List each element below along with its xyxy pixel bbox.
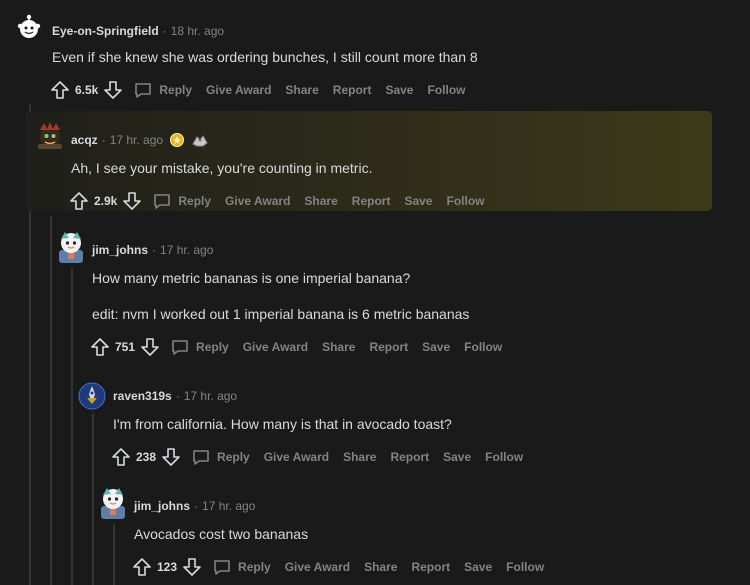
downvote-icon[interactable] <box>122 191 142 211</box>
vote-score: 751 <box>115 340 136 354</box>
comment-actions: 238 Reply Give Award Share Report Save F… <box>111 445 523 469</box>
vote-score: 6.5k <box>75 83 99 97</box>
reply-button[interactable]: Reply <box>152 191 211 211</box>
comment-body: Avocados cost two bananas <box>134 526 309 542</box>
comment-body: Ah, I see your mistake, you're counting … <box>71 160 373 176</box>
gold-award-icon[interactable] <box>169 132 185 148</box>
reply-icon <box>212 557 232 577</box>
snoo-avatar-icon <box>101 488 125 519</box>
comment-body: I'm from california. How many is that in… <box>113 416 452 432</box>
timestamp[interactable]: 17 hr. ago <box>184 389 237 403</box>
follow-button[interactable]: Follow <box>506 560 544 574</box>
separator-dot: · <box>175 389 180 403</box>
comment-body: How many metric bananas is one imperial … <box>92 270 411 286</box>
timestamp[interactable]: 17 hr. ago <box>202 499 255 513</box>
comment-actions: 2.9k Reply Give Award Share Report Save … <box>69 189 484 213</box>
share-button[interactable]: Share <box>285 83 318 97</box>
share-button[interactable]: Share <box>343 450 376 464</box>
reply-button[interactable]: Reply <box>212 557 271 577</box>
avatar[interactable] <box>97 486 127 519</box>
author-name[interactable]: raven319s <box>113 389 172 403</box>
share-button[interactable]: Share <box>322 340 355 354</box>
report-button[interactable]: Report <box>352 194 391 208</box>
reply-label: Reply <box>196 340 229 354</box>
give-award-button[interactable]: Give Award <box>285 560 350 574</box>
report-button[interactable]: Report <box>369 340 408 354</box>
downvote-icon[interactable] <box>140 337 160 357</box>
upvote-icon[interactable] <box>50 80 70 100</box>
thread-line[interactable] <box>50 216 52 585</box>
give-award-button[interactable]: Give Award <box>243 340 308 354</box>
report-button[interactable]: Report <box>333 83 372 97</box>
thread-line[interactable] <box>71 268 73 585</box>
comment-body-edit: edit: nvm I worked out 1 imperial banana… <box>92 306 470 322</box>
author-name[interactable]: acqz <box>71 133 98 147</box>
report-button[interactable]: Report <box>390 450 429 464</box>
avatar[interactable] <box>14 12 44 42</box>
timestamp[interactable]: 17 hr. ago <box>160 243 213 257</box>
follow-button[interactable]: Follow <box>427 83 465 97</box>
reply-label: Reply <box>178 194 212 208</box>
separator-dot: · <box>162 24 167 38</box>
custom-avatar-icon <box>38 122 62 149</box>
thread-line[interactable] <box>92 414 94 585</box>
upvote-icon[interactable] <box>132 557 152 577</box>
reply-icon <box>170 337 190 357</box>
separator-dot: · <box>152 243 157 257</box>
reply-label: Reply <box>159 83 193 97</box>
reply-button[interactable]: Reply <box>191 447 250 467</box>
share-button[interactable]: Share <box>364 560 397 574</box>
give-award-button[interactable]: Give Award <box>225 194 290 208</box>
comment-actions: 751 Reply Give Award Share Report Save F… <box>90 335 502 359</box>
upvote-icon[interactable] <box>111 447 131 467</box>
comment-actions: 6.5k Reply Give Award Share Report Save … <box>50 78 465 102</box>
separator-dot: · <box>101 133 106 147</box>
report-button[interactable]: Report <box>411 560 450 574</box>
snoo-avatar-icon <box>17 14 41 38</box>
reply-label: Reply <box>238 560 271 574</box>
share-button[interactable]: Share <box>304 194 337 208</box>
comment-actions: 123 Reply Give Award Share Report Save F… <box>132 555 544 579</box>
save-button[interactable]: Save <box>404 194 432 208</box>
comment-thread: Eye-on-Springfield · 18 hr. ago Even if … <box>0 0 750 585</box>
author-name[interactable]: jim_johns <box>92 243 148 257</box>
vote-score: 2.9k <box>94 194 118 208</box>
timestamp[interactable]: 17 hr. ago <box>110 133 163 147</box>
save-button[interactable]: Save <box>443 450 471 464</box>
downvote-icon[interactable] <box>161 447 181 467</box>
downvote-icon[interactable] <box>182 557 202 577</box>
timestamp[interactable]: 18 hr. ago <box>171 24 224 38</box>
save-button[interactable]: Save <box>422 340 450 354</box>
avatar[interactable] <box>78 382 108 412</box>
snoo-avatar-icon <box>78 382 106 410</box>
avatar[interactable] <box>55 230 85 263</box>
upvote-icon[interactable] <box>90 337 110 357</box>
reply-icon <box>133 80 153 100</box>
vote-score: 123 <box>157 560 178 574</box>
downvote-icon[interactable] <box>103 80 123 100</box>
author-name[interactable]: Eye-on-Springfield <box>52 24 159 38</box>
vote-score: 238 <box>136 450 157 464</box>
reply-icon <box>191 447 211 467</box>
reply-icon <box>152 191 172 211</box>
author-name[interactable]: jim_johns <box>134 499 190 513</box>
separator-dot: · <box>194 499 199 513</box>
save-button[interactable]: Save <box>385 83 413 97</box>
follow-button[interactable]: Follow <box>464 340 502 354</box>
reply-label: Reply <box>217 450 250 464</box>
snoo-avatar-icon <box>59 232 83 263</box>
save-button[interactable]: Save <box>464 560 492 574</box>
helpful-award-icon[interactable] <box>191 132 209 148</box>
upvote-icon[interactable] <box>69 191 89 211</box>
avatar[interactable] <box>34 120 64 150</box>
follow-button[interactable]: Follow <box>446 194 484 208</box>
reply-button[interactable]: Reply <box>170 337 229 357</box>
thread-line[interactable] <box>113 524 115 585</box>
give-award-button[interactable]: Give Award <box>264 450 329 464</box>
comment-body: Even if she knew she was ordering bunche… <box>52 49 478 65</box>
follow-button[interactable]: Follow <box>485 450 523 464</box>
give-award-button[interactable]: Give Award <box>206 83 271 97</box>
reply-button[interactable]: Reply <box>133 80 192 100</box>
